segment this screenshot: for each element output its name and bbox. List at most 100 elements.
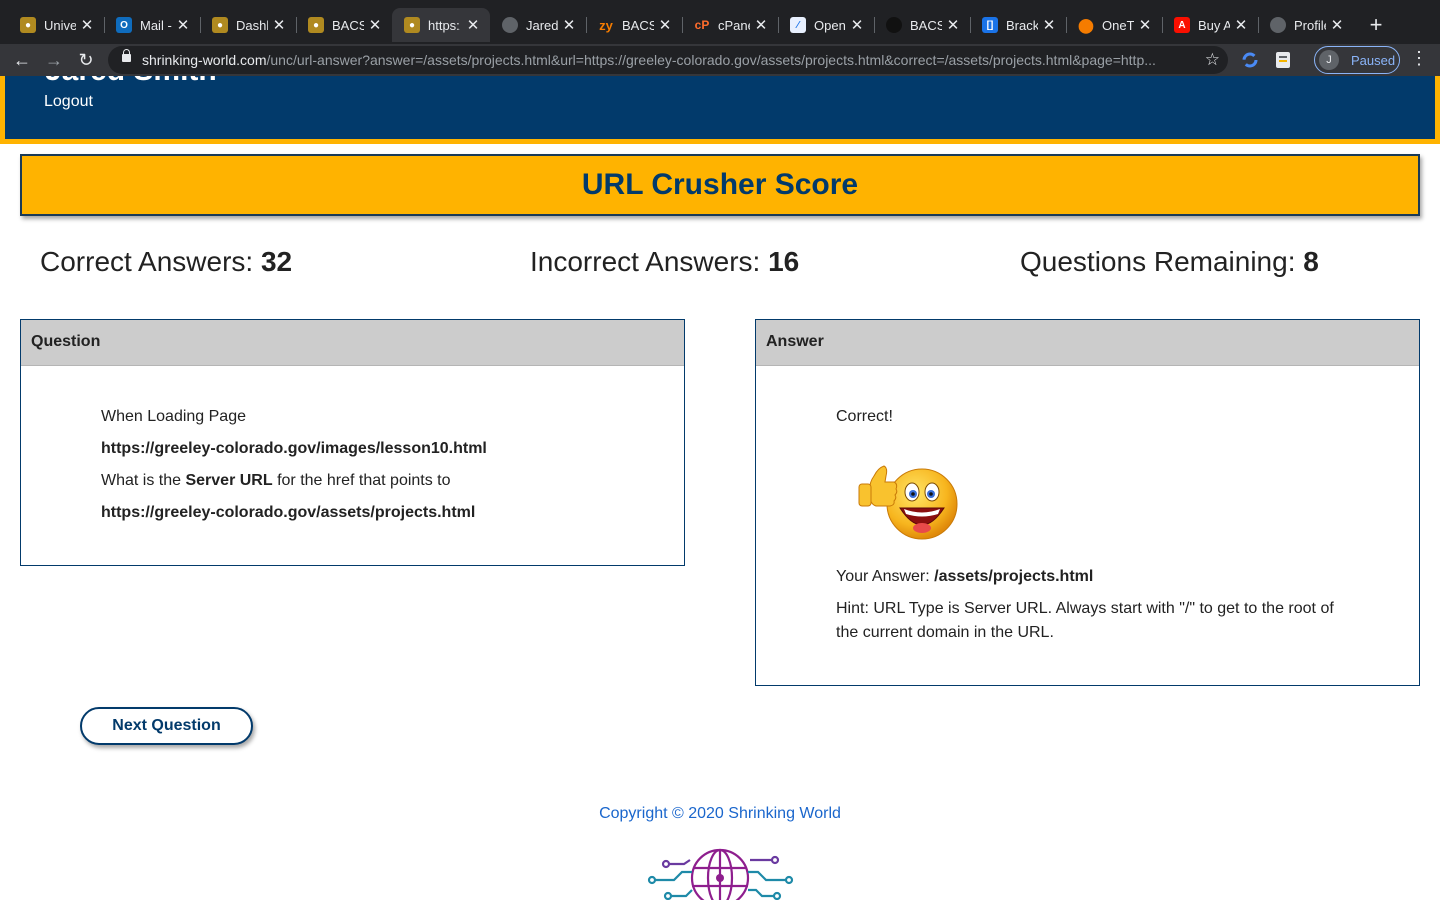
page-title: URL Crusher Score [581,168,859,201]
lock-icon [122,49,131,62]
unc-bear-icon: ● [308,17,324,33]
avatar: J [1319,50,1339,70]
tab-title: Buy Adobe [1198,17,1230,33]
browser-tab[interactable]: cP cPanel ✕ [682,8,779,42]
browser-tab[interactable]: ⁄ Open ✕ [778,8,875,42]
sync-extension-icon[interactable] [1240,50,1260,70]
close-icon[interactable]: ✕ [1136,16,1154,34]
answer-card: Answer Correct! Your Answer: /assets/pro… [755,319,1420,686]
tab-title: Dashboard [236,17,268,33]
chart-icon: ⁄ [790,17,806,33]
incorrect-label: Incorrect Answers: [530,246,769,277]
incorrect-count: 16 [768,246,800,277]
page-content: Jared Smith Logout URL Crusher Score Cor… [0,76,1440,900]
tab-title: https:// [428,17,460,33]
address-bar[interactable]: shrinking-world.com/unc/url-answer?answe… [108,46,1228,74]
profile-status: Paused [1351,52,1396,68]
note-extension-icon[interactable] [1273,50,1293,70]
target-url: https://greeley-colorado.gov/assets/proj… [101,504,476,521]
browser-tab-active[interactable]: ● https:// ✕ [392,8,490,42]
tab-title: Open [814,17,846,33]
logout-link[interactable]: Logout [44,93,93,111]
close-icon[interactable]: ✕ [1040,16,1058,34]
close-icon[interactable]: ✕ [1232,16,1250,34]
correct-stat: Correct Answers: 32 [40,246,292,278]
page-url: https://greeley-colorado.gov/images/less… [101,440,487,457]
score-banner: URL Crusher Score [20,154,1420,216]
globe-icon [502,17,518,33]
your-answer-value: /assets/projects.html [934,568,1094,585]
tab-title: BACS [332,17,364,33]
tab-title: Brackets [1006,17,1038,33]
tab-title: Mail - [140,17,172,33]
browser-tab[interactable]: ● BACS ✕ [296,8,393,42]
close-icon[interactable]: ✕ [560,16,578,34]
incorrect-stat: Incorrect Answers: 16 [530,246,799,278]
question-prompt: What is the Server URL for the href that… [101,472,451,490]
correct-label: Correct Answers: [40,246,261,277]
username: Jared Smith [45,76,217,88]
browser-tab[interactable]: Jared ✕ [490,8,587,42]
close-icon[interactable]: ✕ [656,16,674,34]
question-card: Question When Loading Page https://greel… [20,319,685,566]
cpanel-icon: cP [694,18,710,32]
browser-tab[interactable]: ● University ✕ [8,8,105,42]
close-icon[interactable]: ✕ [752,16,770,34]
close-icon[interactable]: ✕ [464,16,482,34]
back-arrow-icon[interactable]: ← [10,48,34,72]
github-icon [886,17,902,33]
your-answer: Your Answer: /assets/projects.html [836,568,1093,586]
remaining-stat: Questions Remaining: 8 [1020,246,1319,278]
browser-tab[interactable]: O Mail - ✕ [104,8,201,42]
browser-tab[interactable]: ● Dashboard ✕ [200,8,297,42]
browser-tab[interactable]: A Buy Adobe ✕ [1162,8,1259,42]
close-icon[interactable]: ✕ [78,16,96,34]
unc-bear-icon: ● [212,17,228,33]
tab-title: BACS [910,17,942,33]
close-icon[interactable]: ✕ [1328,16,1346,34]
close-icon[interactable]: ✕ [174,16,192,34]
copyright-link[interactable]: Copyright © 2020 Shrinking World [0,805,1440,823]
close-icon[interactable]: ✕ [366,16,384,34]
hint-text-continued: the current domain in the URL. [836,624,1054,641]
browser-tab[interactable]: Profile ✕ [1258,8,1354,42]
brackets-icon: [] [982,17,998,33]
reload-icon[interactable]: ↻ [74,48,98,72]
prompt-post: for the href that points to [272,472,451,489]
remaining-count: 8 [1303,246,1319,277]
close-icon[interactable]: ✕ [270,16,288,34]
tab-title: Profile [1294,17,1326,33]
correct-count: 32 [260,246,293,277]
browser-tab[interactable]: zy BACS ✕ [586,8,683,42]
kebab-menu-icon[interactable]: ⋮ [1410,48,1428,69]
browser-tab[interactable]: ⬤ OneTrust ✕ [1066,8,1163,42]
tab-title: OneTrust [1102,17,1134,33]
url-text[interactable]: shrinking-world.com/unc/url-answer?answe… [142,52,1192,68]
answer-result: Correct! [836,408,893,425]
url-path: /unc/url-answer?answer=/assets/projects.… [266,52,1156,68]
tab-title: BACS [622,17,654,33]
unc-bear-icon: ● [404,17,420,33]
adobe-icon: A [1174,17,1190,33]
forward-arrow-icon[interactable]: → [42,48,66,72]
close-icon[interactable]: ✕ [848,16,866,34]
browser-tab-strip: ● University ✕ O Mail - ✕ ● Dashboard ✕ … [0,0,1440,44]
header-inner: Jared Smith Logout [5,76,1435,139]
your-answer-label: Your Answer: [836,568,935,585]
shrinking-world-globe-logo [646,846,796,900]
new-tab-button[interactable]: + [1364,12,1388,37]
close-icon[interactable]: ✕ [944,16,962,34]
prompt-pre: What is the [101,472,186,489]
next-question-button[interactable]: Next Question [80,707,253,745]
browser-tab[interactable]: [] Brackets ✕ [970,8,1067,42]
unc-bear-icon: ● [20,17,36,33]
remaining-label: Questions Remaining: [1020,246,1304,277]
browser-tab[interactable]: BACS ✕ [874,8,971,42]
thumbs-up-smiley-icon [854,456,960,547]
hint-text: Hint: URL Type is Server URL. Always sta… [836,600,1334,617]
bookmark-star-icon[interactable]: ☆ [1205,50,1220,70]
question-intro: When Loading Page [101,408,246,425]
zybooks-icon: zy [599,17,613,33]
tab-title: Jared [526,17,558,33]
profile-button[interactable]: J Paused [1314,46,1400,74]
